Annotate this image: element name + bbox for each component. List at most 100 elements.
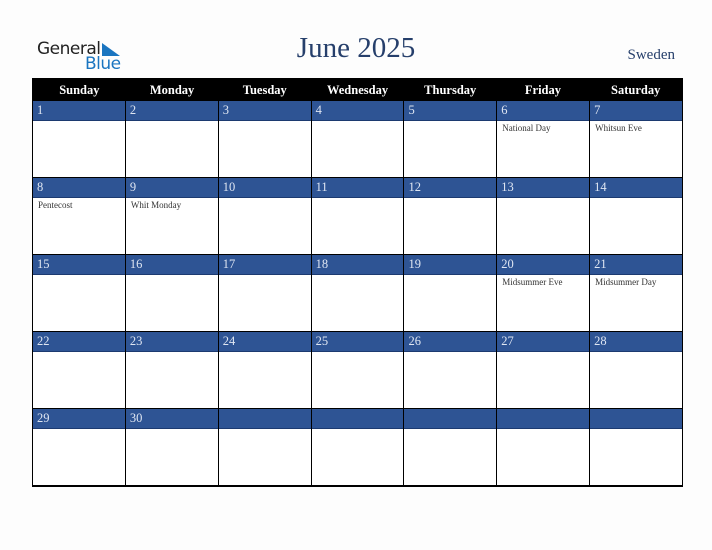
calendar-grid: Sunday Monday Tuesday Wednesday Thursday Frid… — [32, 78, 683, 487]
day-number: 7 — [590, 101, 683, 121]
holiday-label — [219, 275, 311, 277]
week-row: 8 Pentecost 9 Whit Monday 10 11 12 13 14 — [33, 178, 683, 255]
day-number — [590, 409, 683, 429]
day-cell: 3 — [218, 101, 312, 178]
holiday-label — [33, 429, 125, 431]
day-cell: 1 — [33, 101, 126, 178]
week-row: 22 23 24 25 26 27 28 — [33, 332, 683, 409]
day-number — [497, 409, 590, 429]
day-cell: 24 — [218, 332, 312, 409]
day-number: 20 — [497, 255, 590, 275]
day-cell — [590, 409, 683, 486]
holiday-label — [126, 121, 218, 123]
calendar-title: June 2025 — [296, 32, 416, 64]
day-cell: 26 — [404, 332, 498, 409]
day-cell: 27 — [497, 332, 591, 409]
day-cell: 30 — [125, 409, 219, 486]
day-number: 28 — [590, 332, 683, 352]
day-number: 22 — [33, 332, 125, 352]
day-number: 5 — [404, 101, 497, 121]
day-cell — [311, 409, 405, 486]
holiday-label — [312, 429, 404, 431]
holiday-label — [590, 198, 682, 200]
holiday-label — [126, 275, 218, 277]
day-cell: 8 Pentecost — [33, 178, 126, 255]
day-cell: 21 Midsummer Day — [590, 255, 683, 332]
day-number: 18 — [311, 255, 404, 275]
weekday-tuesday: Tuesday — [242, 83, 287, 97]
day-number: 1 — [33, 101, 125, 121]
day-number: 8 — [33, 178, 125, 198]
holiday-label — [497, 429, 589, 431]
day-number: 27 — [497, 332, 590, 352]
day-cell — [218, 409, 312, 486]
day-cell: 12 — [404, 178, 498, 255]
holiday-label — [33, 275, 125, 277]
day-cell — [404, 409, 498, 486]
day-cell: 2 — [125, 101, 219, 178]
holiday-label — [219, 352, 311, 354]
day-cell: 20 Midsummer Eve — [497, 255, 591, 332]
day-cell: 11 — [311, 178, 405, 255]
holiday-label — [404, 275, 496, 277]
day-cell: 23 — [125, 332, 219, 409]
holiday-label — [404, 429, 496, 431]
holiday-label — [312, 352, 404, 354]
weekday-wednesday: Wednesday — [326, 83, 389, 97]
day-cell: 29 — [33, 409, 126, 486]
holiday-label — [33, 121, 125, 123]
holiday-label — [126, 352, 218, 354]
day-cell: 14 — [590, 178, 683, 255]
holiday-label — [219, 121, 311, 123]
holiday-label: Midsummer Day — [595, 277, 657, 287]
day-cell: 18 — [311, 255, 405, 332]
day-number: 3 — [218, 101, 311, 121]
day-cell: 16 — [125, 255, 219, 332]
day-number — [218, 409, 311, 429]
day-number: 17 — [218, 255, 311, 275]
holiday-label — [312, 121, 404, 123]
day-number: 10 — [218, 178, 311, 198]
day-cell: 28 — [590, 332, 683, 409]
day-number — [311, 409, 404, 429]
holiday-label — [590, 429, 682, 431]
day-number: 14 — [590, 178, 683, 198]
holiday-label — [312, 275, 404, 277]
day-number: 16 — [125, 255, 218, 275]
weekday-thursday: Thursday — [424, 83, 477, 97]
holiday-label: Midsummer Eve — [502, 277, 563, 287]
day-cell: 4 — [311, 101, 405, 178]
holiday-label — [404, 121, 496, 123]
day-number: 4 — [311, 101, 404, 121]
week-row: 15 16 17 18 19 20 Midsummer Eve 21 Midsummer Day — [33, 255, 683, 332]
day-cell: 6 National Day — [497, 101, 591, 178]
country-label: Sweden — [627, 47, 676, 63]
week-row: 29 30 — [33, 409, 683, 486]
day-cell: 13 — [497, 178, 591, 255]
day-cell: 19 — [404, 255, 498, 332]
holiday-label — [33, 352, 125, 354]
day-number: 24 — [218, 332, 311, 352]
weekday-monday: Monday — [149, 83, 195, 97]
day-cell: 22 — [33, 332, 126, 409]
day-number: 29 — [33, 409, 125, 429]
weekday-friday: Friday — [524, 83, 561, 97]
holiday-label — [219, 198, 311, 200]
day-number: 6 — [497, 101, 590, 121]
day-cell: 9 Whit Monday — [125, 178, 219, 255]
day-number: 15 — [33, 255, 125, 275]
day-number: 2 — [125, 101, 218, 121]
holiday-label — [590, 352, 682, 354]
holiday-label: Whitsun Eve — [595, 123, 642, 133]
week-row: 1 2 3 4 5 6 National Day 7 Whitsun Eve — [33, 101, 683, 178]
holiday-label — [497, 352, 589, 354]
weekday-header: Sunday Monday Tuesday Wednesday Thursday Frid… — [33, 78, 682, 101]
day-cell: 5 — [404, 101, 498, 178]
holiday-label — [126, 429, 218, 431]
day-number: 21 — [590, 255, 683, 275]
day-number: 25 — [311, 332, 404, 352]
holiday-label — [404, 198, 496, 200]
day-number — [404, 409, 497, 429]
day-number: 30 — [125, 409, 218, 429]
weekday-saturday: Saturday — [611, 83, 661, 97]
